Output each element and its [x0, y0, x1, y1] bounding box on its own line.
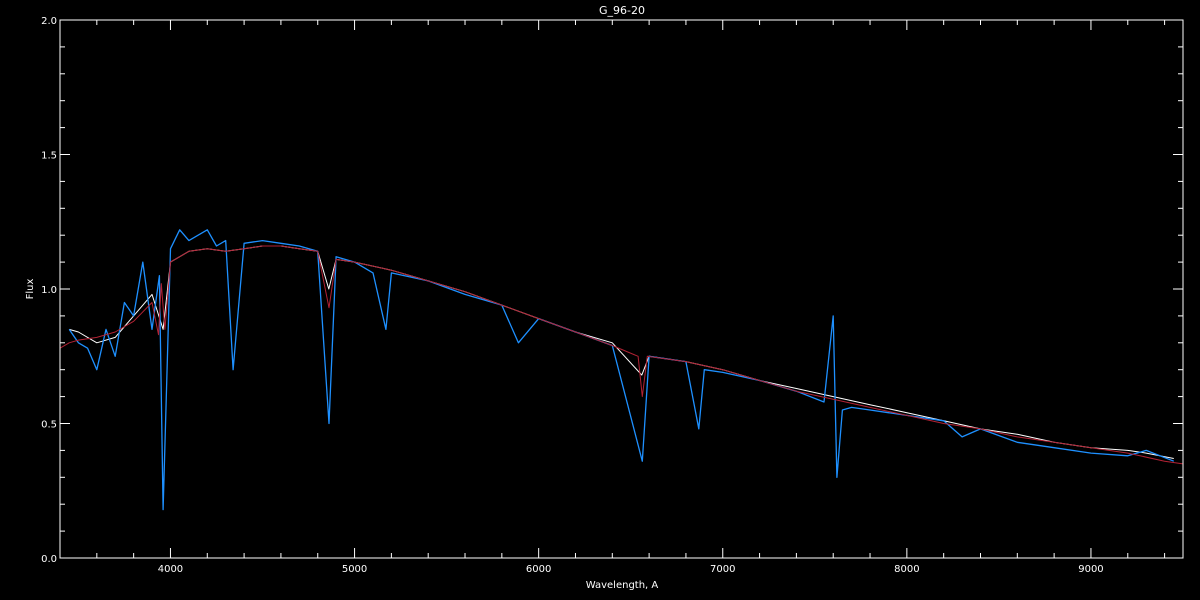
spectrum-chart: G_96-20 4000 5000 6000 7000 8000 9000 0.0 0.5 1.… [0, 0, 1200, 600]
y-tick-label: 0.5 [41, 420, 57, 431]
x-tick-label: 5000 [342, 564, 367, 575]
x-tick-label: 9000 [1078, 564, 1103, 575]
chart-title: G_96-20 [599, 4, 645, 17]
x-tick-label: 4000 [158, 564, 183, 575]
y-tick-label: 1.5 [41, 151, 57, 162]
y-tick-label: 0.0 [41, 554, 57, 565]
chart-background [0, 0, 1200, 600]
x-tick-label: 6000 [526, 564, 551, 575]
x-axis-label: Wavelength, A [586, 580, 659, 591]
y-axis-label: Flux [25, 279, 36, 300]
x-tick-label: 8000 [894, 564, 919, 575]
y-tick-label: 2.0 [41, 16, 57, 27]
x-tick-label: 7000 [710, 564, 735, 575]
y-tick-label: 1.0 [41, 285, 57, 296]
